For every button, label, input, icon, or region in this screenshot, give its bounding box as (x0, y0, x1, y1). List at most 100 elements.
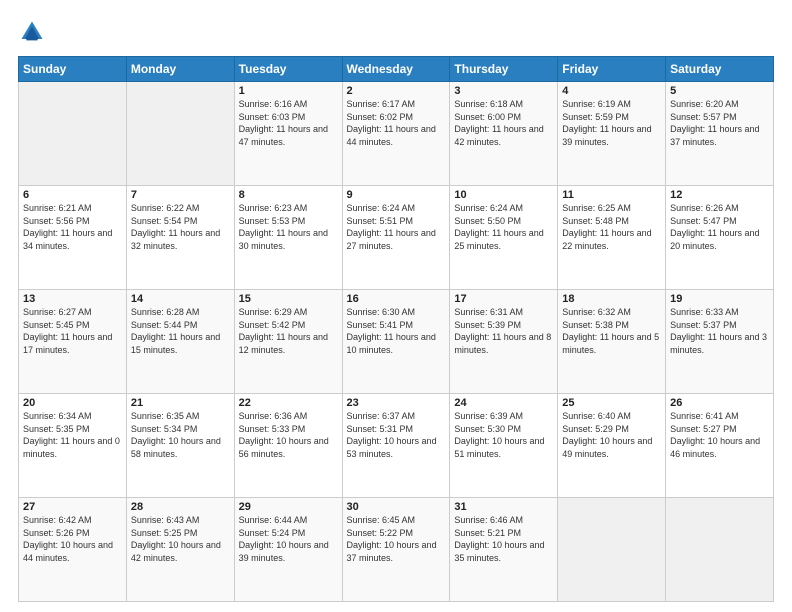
day-info: Sunrise: 6:34 AM Sunset: 5:35 PM Dayligh… (23, 410, 122, 460)
calendar-cell: 13Sunrise: 6:27 AM Sunset: 5:45 PM Dayli… (19, 290, 127, 394)
calendar-cell: 29Sunrise: 6:44 AM Sunset: 5:24 PM Dayli… (234, 498, 342, 602)
day-info: Sunrise: 6:26 AM Sunset: 5:47 PM Dayligh… (670, 202, 769, 252)
calendar-cell: 4Sunrise: 6:19 AM Sunset: 5:59 PM Daylig… (558, 82, 666, 186)
day-number: 17 (454, 293, 553, 305)
day-number: 13 (23, 293, 122, 305)
calendar-cell: 28Sunrise: 6:43 AM Sunset: 5:25 PM Dayli… (126, 498, 234, 602)
day-number: 11 (562, 189, 661, 201)
day-info: Sunrise: 6:18 AM Sunset: 6:00 PM Dayligh… (454, 98, 553, 148)
day-number: 7 (131, 189, 230, 201)
week-row-1: 1Sunrise: 6:16 AM Sunset: 6:03 PM Daylig… (19, 82, 774, 186)
day-number: 8 (239, 189, 338, 201)
calendar-cell: 18Sunrise: 6:32 AM Sunset: 5:38 PM Dayli… (558, 290, 666, 394)
day-info: Sunrise: 6:28 AM Sunset: 5:44 PM Dayligh… (131, 306, 230, 356)
calendar-cell: 27Sunrise: 6:42 AM Sunset: 5:26 PM Dayli… (19, 498, 127, 602)
day-number: 23 (347, 397, 446, 409)
day-number: 14 (131, 293, 230, 305)
day-number: 26 (670, 397, 769, 409)
logo-icon (18, 18, 46, 46)
day-info: Sunrise: 6:35 AM Sunset: 5:34 PM Dayligh… (131, 410, 230, 460)
calendar-cell (558, 498, 666, 602)
day-number: 30 (347, 501, 446, 513)
col-friday: Friday (558, 57, 666, 82)
day-number: 27 (23, 501, 122, 513)
page: Sunday Monday Tuesday Wednesday Thursday… (0, 0, 792, 612)
calendar-cell: 10Sunrise: 6:24 AM Sunset: 5:50 PM Dayli… (450, 186, 558, 290)
calendar-cell: 2Sunrise: 6:17 AM Sunset: 6:02 PM Daylig… (342, 82, 450, 186)
calendar-cell: 26Sunrise: 6:41 AM Sunset: 5:27 PM Dayli… (666, 394, 774, 498)
day-info: Sunrise: 6:44 AM Sunset: 5:24 PM Dayligh… (239, 514, 338, 564)
day-number: 18 (562, 293, 661, 305)
calendar-cell: 25Sunrise: 6:40 AM Sunset: 5:29 PM Dayli… (558, 394, 666, 498)
calendar-cell: 21Sunrise: 6:35 AM Sunset: 5:34 PM Dayli… (126, 394, 234, 498)
day-number: 4 (562, 85, 661, 97)
day-number: 3 (454, 85, 553, 97)
day-number: 29 (239, 501, 338, 513)
calendar-table: Sunday Monday Tuesday Wednesday Thursday… (18, 56, 774, 602)
day-info: Sunrise: 6:25 AM Sunset: 5:48 PM Dayligh… (562, 202, 661, 252)
calendar-cell: 22Sunrise: 6:36 AM Sunset: 5:33 PM Dayli… (234, 394, 342, 498)
day-info: Sunrise: 6:42 AM Sunset: 5:26 PM Dayligh… (23, 514, 122, 564)
day-info: Sunrise: 6:46 AM Sunset: 5:21 PM Dayligh… (454, 514, 553, 564)
day-info: Sunrise: 6:37 AM Sunset: 5:31 PM Dayligh… (347, 410, 446, 460)
day-info: Sunrise: 6:41 AM Sunset: 5:27 PM Dayligh… (670, 410, 769, 460)
calendar-cell: 15Sunrise: 6:29 AM Sunset: 5:42 PM Dayli… (234, 290, 342, 394)
day-info: Sunrise: 6:32 AM Sunset: 5:38 PM Dayligh… (562, 306, 661, 356)
col-monday: Monday (126, 57, 234, 82)
calendar-cell: 5Sunrise: 6:20 AM Sunset: 5:57 PM Daylig… (666, 82, 774, 186)
day-number: 28 (131, 501, 230, 513)
day-info: Sunrise: 6:45 AM Sunset: 5:22 PM Dayligh… (347, 514, 446, 564)
calendar-cell: 12Sunrise: 6:26 AM Sunset: 5:47 PM Dayli… (666, 186, 774, 290)
calendar-cell: 6Sunrise: 6:21 AM Sunset: 5:56 PM Daylig… (19, 186, 127, 290)
day-number: 19 (670, 293, 769, 305)
day-info: Sunrise: 6:21 AM Sunset: 5:56 PM Dayligh… (23, 202, 122, 252)
day-number: 5 (670, 85, 769, 97)
day-info: Sunrise: 6:33 AM Sunset: 5:37 PM Dayligh… (670, 306, 769, 356)
col-sunday: Sunday (19, 57, 127, 82)
calendar-cell: 24Sunrise: 6:39 AM Sunset: 5:30 PM Dayli… (450, 394, 558, 498)
day-info: Sunrise: 6:23 AM Sunset: 5:53 PM Dayligh… (239, 202, 338, 252)
calendar-cell: 19Sunrise: 6:33 AM Sunset: 5:37 PM Dayli… (666, 290, 774, 394)
col-saturday: Saturday (666, 57, 774, 82)
day-info: Sunrise: 6:27 AM Sunset: 5:45 PM Dayligh… (23, 306, 122, 356)
calendar-cell: 23Sunrise: 6:37 AM Sunset: 5:31 PM Dayli… (342, 394, 450, 498)
day-number: 1 (239, 85, 338, 97)
day-number: 10 (454, 189, 553, 201)
day-number: 2 (347, 85, 446, 97)
day-number: 16 (347, 293, 446, 305)
day-info: Sunrise: 6:31 AM Sunset: 5:39 PM Dayligh… (454, 306, 553, 356)
day-info: Sunrise: 6:19 AM Sunset: 5:59 PM Dayligh… (562, 98, 661, 148)
day-info: Sunrise: 6:29 AM Sunset: 5:42 PM Dayligh… (239, 306, 338, 356)
calendar-cell (19, 82, 127, 186)
calendar-cell: 1Sunrise: 6:16 AM Sunset: 6:03 PM Daylig… (234, 82, 342, 186)
day-info: Sunrise: 6:43 AM Sunset: 5:25 PM Dayligh… (131, 514, 230, 564)
col-tuesday: Tuesday (234, 57, 342, 82)
calendar-cell: 7Sunrise: 6:22 AM Sunset: 5:54 PM Daylig… (126, 186, 234, 290)
calendar-cell: 20Sunrise: 6:34 AM Sunset: 5:35 PM Dayli… (19, 394, 127, 498)
calendar-cell: 14Sunrise: 6:28 AM Sunset: 5:44 PM Dayli… (126, 290, 234, 394)
day-number: 6 (23, 189, 122, 201)
col-wednesday: Wednesday (342, 57, 450, 82)
day-info: Sunrise: 6:39 AM Sunset: 5:30 PM Dayligh… (454, 410, 553, 460)
day-number: 25 (562, 397, 661, 409)
header (18, 18, 774, 46)
calendar-cell: 16Sunrise: 6:30 AM Sunset: 5:41 PM Dayli… (342, 290, 450, 394)
day-info: Sunrise: 6:36 AM Sunset: 5:33 PM Dayligh… (239, 410, 338, 460)
week-row-2: 6Sunrise: 6:21 AM Sunset: 5:56 PM Daylig… (19, 186, 774, 290)
calendar-body: 1Sunrise: 6:16 AM Sunset: 6:03 PM Daylig… (19, 82, 774, 602)
day-number: 15 (239, 293, 338, 305)
day-number: 22 (239, 397, 338, 409)
day-info: Sunrise: 6:17 AM Sunset: 6:02 PM Dayligh… (347, 98, 446, 148)
col-thursday: Thursday (450, 57, 558, 82)
calendar-cell: 9Sunrise: 6:24 AM Sunset: 5:51 PM Daylig… (342, 186, 450, 290)
day-number: 20 (23, 397, 122, 409)
logo (18, 18, 48, 46)
calendar-cell: 8Sunrise: 6:23 AM Sunset: 5:53 PM Daylig… (234, 186, 342, 290)
day-info: Sunrise: 6:16 AM Sunset: 6:03 PM Dayligh… (239, 98, 338, 148)
day-number: 12 (670, 189, 769, 201)
day-info: Sunrise: 6:40 AM Sunset: 5:29 PM Dayligh… (562, 410, 661, 460)
week-row-4: 20Sunrise: 6:34 AM Sunset: 5:35 PM Dayli… (19, 394, 774, 498)
header-row: Sunday Monday Tuesday Wednesday Thursday… (19, 57, 774, 82)
day-info: Sunrise: 6:24 AM Sunset: 5:50 PM Dayligh… (454, 202, 553, 252)
day-info: Sunrise: 6:20 AM Sunset: 5:57 PM Dayligh… (670, 98, 769, 148)
